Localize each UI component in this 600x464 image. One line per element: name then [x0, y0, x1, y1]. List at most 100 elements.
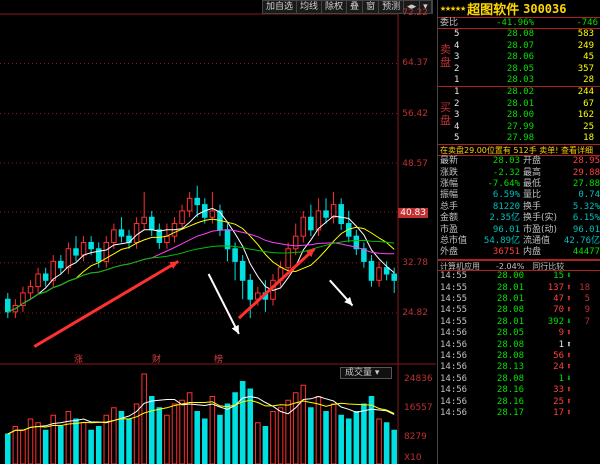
stock-code: 300036	[523, 1, 567, 16]
volume-bar	[5, 433, 11, 464]
level-index: 1	[454, 87, 460, 98]
buy-level-row[interactable]: 2 28.01 67	[438, 99, 600, 110]
buy-level-row[interactable]: 5 27.98 18	[438, 133, 600, 144]
tick-time: 14:56	[440, 328, 468, 339]
sell-level-row[interactable]: 2 28.05 357	[438, 64, 600, 75]
toolbar-ma[interactable]: 均线	[297, 1, 323, 13]
sell-level-row[interactable]: 4 28.07 249	[438, 41, 600, 52]
tick-row: 14:56 28.08 1 ⬇	[438, 374, 600, 385]
tick-price: 28.16	[496, 385, 524, 396]
tick-row: 14:55 28.00 15 ⬇	[438, 271, 600, 282]
stat-v2: 27.88	[572, 179, 600, 190]
volume-bar	[217, 414, 223, 464]
arrow-down-icon: ⬇	[566, 373, 572, 384]
toolbar-forecast[interactable]: 预测	[379, 1, 405, 13]
candle-body	[42, 273, 49, 281]
sell-level-row[interactable]: 5 28.08 583	[438, 29, 600, 40]
buy-level-row[interactable]: 3 28.00 162	[438, 110, 600, 121]
level-price: 28.05	[506, 63, 534, 74]
volume-indicator-select[interactable]: 成交量 ▾	[340, 367, 392, 379]
tick-volume: 137	[547, 282, 564, 293]
candle-body	[383, 267, 390, 275]
volume-bar	[179, 399, 185, 464]
level-price: 28.00	[506, 110, 534, 121]
buy-level-row[interactable]: 4 27.99 25	[438, 122, 600, 133]
tick-count	[574, 374, 590, 385]
quote-panel: ★★★★★ 超图软件 300036 委比 -41.96% -746 卖盘 5 28…	[437, 0, 600, 464]
event-marker[interactable]: 榜	[214, 352, 223, 365]
toolbar-overlay[interactable]: 叠	[347, 1, 364, 13]
volume-bar	[383, 422, 390, 464]
industry-row[interactable]: 计算机应用 -2.04% 同行比较	[438, 259, 600, 272]
stat-k2: 最低	[523, 179, 542, 190]
volume-bar	[50, 414, 57, 464]
stat-k: 总手	[440, 201, 459, 212]
stat-k2: 内盘	[523, 247, 542, 258]
tick-row: 14:56 28.05 9 ⬆	[438, 328, 600, 339]
price-tick: 48.57	[402, 159, 428, 169]
volume-bar	[224, 403, 231, 464]
candle-body	[209, 210, 216, 218]
level-volume: 244	[577, 87, 594, 98]
volume-bar	[338, 414, 344, 464]
buy-side-label: 买盘	[440, 101, 451, 128]
stat-v1: -7.64%	[487, 179, 520, 190]
stat-row: 振幅 6.59% 量比 0.74	[438, 190, 600, 201]
arrow-up-icon: ⬆	[566, 339, 572, 350]
level-index: 2	[454, 98, 460, 109]
candle-body	[247, 279, 254, 300]
tick-row: 14:56 28.16 33 ⬆	[438, 385, 600, 396]
big-order-notice[interactable]: 在卖盘29.00位置有 512手 卖单! 查看详细	[438, 145, 600, 157]
tick-count	[574, 328, 590, 339]
tick-count: 9	[584, 305, 590, 316]
toolbar-add-favorite[interactable]: 加自选	[263, 1, 298, 13]
tick-volume: 15	[553, 271, 564, 282]
stat-v1: 96.01	[492, 224, 520, 235]
current-price-tag: 40.83	[398, 208, 428, 218]
level-index: 4	[454, 121, 460, 132]
sell-level-row[interactable]: 3 28.06 45	[438, 52, 600, 63]
tick-row: 14:56 28.08 1 ⬆	[438, 340, 600, 351]
tick-price: 28.00	[496, 271, 524, 282]
event-marker[interactable]: 财	[152, 352, 161, 365]
tick-price: 28.05	[496, 328, 524, 339]
tick-row: 14:56 28.16 25 ⬆	[438, 397, 600, 408]
tick-time: 14:55	[440, 271, 468, 282]
volume-bar	[345, 418, 352, 464]
candle-body	[239, 260, 246, 281]
toolbar-window[interactable]: 窗	[363, 1, 380, 13]
volume-bar	[194, 411, 200, 464]
tick-price: 28.01	[496, 282, 524, 293]
arrow-up-icon: ⬆	[566, 385, 572, 396]
volume-bar	[330, 403, 337, 464]
drop-arrow	[207, 273, 240, 335]
weibi-label: 委比	[440, 18, 459, 28]
tick-time: 14:56	[440, 362, 468, 373]
stat-v2: 28.95	[572, 156, 600, 167]
buy-level-row[interactable]: 1 28.02 244	[438, 87, 600, 98]
tick-count	[574, 385, 590, 396]
event-marker[interactable]: 涨	[74, 352, 83, 365]
tick-volume: 24	[553, 362, 564, 373]
tick-volume: 25	[553, 396, 564, 407]
candle-body	[323, 210, 329, 218]
candle-body	[308, 216, 314, 231]
kline-chart[interactable]: 加自选 均线 除权 叠 窗 预测 ◂▸ ▾ 72.22 64.37 56.42 …	[0, 0, 436, 464]
tick-count	[574, 271, 590, 282]
volume-bar	[262, 426, 269, 464]
arrow-up-icon: ⬆	[566, 362, 572, 373]
tick-time: 14:55	[440, 282, 468, 293]
volume-bar	[126, 418, 132, 464]
weibi-row: 委比 -41.96% -746	[438, 18, 600, 30]
tick-row: 14:55 28.01 392 ⬇ 7	[438, 317, 600, 328]
sell-level-row[interactable]: 1 28.03 28	[438, 75, 600, 86]
tick-count	[574, 362, 590, 373]
arrow-up-icon: ⬆	[566, 282, 572, 293]
volume-bar	[308, 407, 314, 464]
volume-bar	[255, 422, 261, 464]
toolbar-exright[interactable]: 除权	[322, 1, 348, 13]
sell-side-label: 卖盘	[440, 43, 451, 70]
volume-bar	[353, 411, 360, 464]
tick-list[interactable]: 14:55 28.00 15 ⬇ 14:55 28.01 137 ⬆ 18 14:55 28.01 4…	[438, 271, 600, 419]
stat-k2: 市盈(动)	[523, 224, 558, 235]
